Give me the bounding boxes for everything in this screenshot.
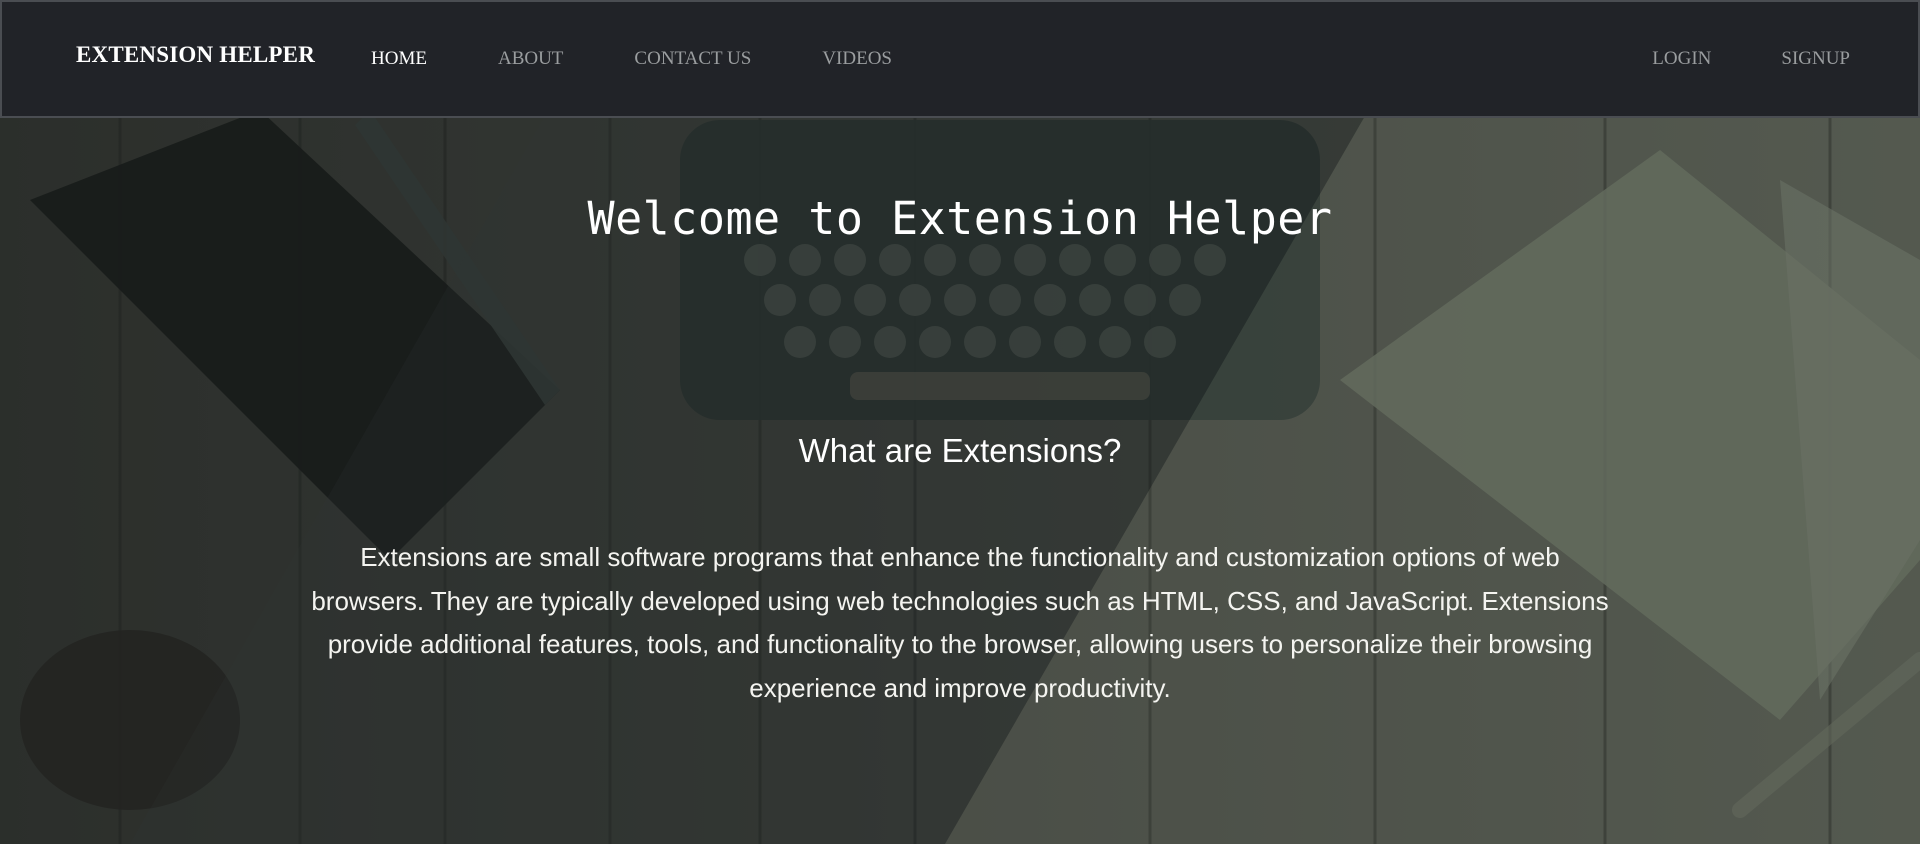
nav-about-link[interactable]: ABOUT bbox=[498, 48, 563, 70]
nav-contact-us-link[interactable]: CONTACT US bbox=[634, 48, 751, 70]
nav-login-link[interactable]: LOGIN bbox=[1652, 48, 1711, 70]
nav-videos-link[interactable]: VIDEOS bbox=[822, 48, 892, 70]
nav-home-link[interactable]: HOME bbox=[371, 48, 427, 70]
nav-right-links: LOGIN SIGNUP bbox=[1582, 48, 1850, 70]
nav-left-links: HOME ABOUT CONTACT US VIDEOS bbox=[371, 48, 963, 70]
nav-signup-link[interactable]: SIGNUP bbox=[1781, 48, 1850, 70]
hero-subtitle: What are Extensions? bbox=[798, 432, 1122, 469]
hero-section: Welcome to Extension Helper What are Ext… bbox=[0, 116, 1920, 844]
hero-title: Welcome to Extension Helper bbox=[587, 192, 1333, 245]
top-navbar: EXTENSION HELPER HOME ABOUT CONTACT US V… bbox=[0, 0, 1920, 118]
page: EXTENSION HELPER HOME ABOUT CONTACT US V… bbox=[0, 0, 1920, 844]
brand-logo[interactable]: EXTENSION HELPER bbox=[76, 42, 315, 68]
hero-description: Extensions are small software programs t… bbox=[311, 542, 1609, 703]
